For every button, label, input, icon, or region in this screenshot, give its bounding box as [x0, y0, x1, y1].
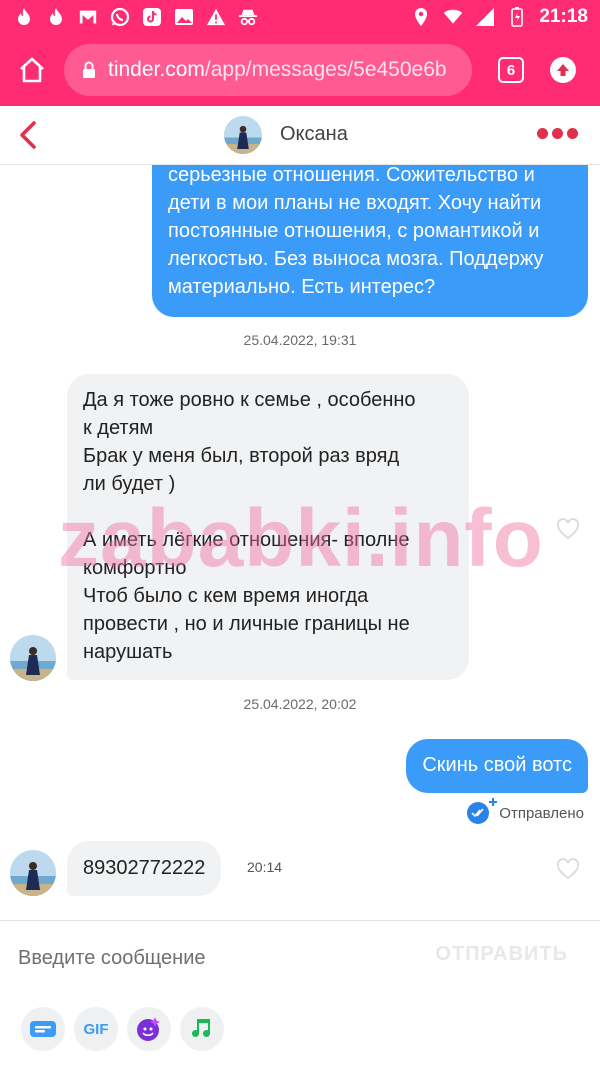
whatsapp-icon [110, 7, 130, 27]
address-bar[interactable]: tinder.com/app/messages/5e450e6b [64, 44, 472, 96]
message-line: к детям [83, 417, 154, 439]
tab-switcher-button[interactable]: 6 [498, 57, 524, 83]
outgoing-message: серьезные отношения. Сожительство и дети… [152, 165, 588, 317]
incognito-icon [238, 7, 258, 27]
gallery-icon [174, 7, 194, 27]
watermark: zababki.info [58, 493, 544, 584]
tiktok-icon [142, 7, 162, 27]
gmail-icon [78, 7, 98, 27]
warning-icon [206, 7, 226, 27]
location-icon [411, 7, 431, 27]
home-button[interactable] [0, 34, 64, 106]
double-check-icon [467, 798, 498, 824]
like-heart-icon[interactable] [556, 858, 580, 880]
lock-icon [82, 61, 98, 79]
clock: 21:18 [539, 6, 588, 27]
battery-charging-icon [507, 7, 527, 27]
music-button[interactable] [180, 1007, 224, 1051]
message-composer: ОТПРАВИТЬ [0, 920, 600, 994]
timestamp: 25.04.2022, 20:02 [243, 696, 357, 712]
message-input[interactable] [16, 937, 420, 979]
sent-status: Отправлено [467, 798, 584, 824]
incoming-message: 89302772222 [67, 841, 222, 896]
message-line: провести , но и личные границы не [83, 613, 410, 635]
contact-avatar[interactable] [10, 635, 56, 681]
url-text: tinder.com/app/messages/5e450e6b [108, 58, 447, 82]
gif-icon: GIF [83, 1020, 109, 1038]
message-time: 20:14 [247, 859, 283, 875]
like-heart-icon[interactable] [556, 518, 580, 540]
message-line: Брак у меня был, второй раз вряд [83, 445, 400, 467]
url-path: /app/messages/5e450e6b [204, 58, 447, 81]
home-icon [20, 57, 44, 83]
message-line: Да я тоже ровно к семье , особенно [83, 389, 416, 411]
back-arrow-icon[interactable] [16, 120, 40, 150]
contact-avatar[interactable] [10, 850, 56, 896]
status-bar: 21:18 [0, 0, 600, 34]
more-options-icon[interactable] [537, 128, 578, 139]
header-avatar[interactable] [224, 116, 262, 154]
contact-card-icon [30, 1021, 56, 1037]
sticker-button[interactable] [127, 1007, 171, 1051]
message-line: Чтоб было с кем время иногда [83, 585, 369, 607]
browser-toolbar: tinder.com/app/messages/5e450e6b 6 [0, 34, 600, 106]
signal-icon [475, 7, 495, 27]
music-icon [192, 1019, 210, 1037]
update-button[interactable] [550, 57, 576, 83]
sticker-icon [137, 1017, 160, 1041]
sent-status-label: Отправлено [499, 804, 584, 822]
url-domain: tinder.com [108, 58, 205, 81]
fire-icon [46, 7, 66, 27]
outgoing-message: Скинь свой вотс [406, 739, 588, 793]
chat-header: Оксана [0, 106, 600, 165]
contact-name[interactable]: Оксана [280, 123, 348, 146]
wifi-icon [443, 7, 463, 27]
attachment-toolbar: GIF [0, 993, 600, 1067]
send-button[interactable]: ОТПРАВИТЬ [435, 943, 568, 966]
fire-icon [14, 7, 34, 27]
message-line: нарушать [83, 641, 173, 663]
arrow-up-icon [557, 64, 569, 76]
contact-card-button[interactable] [21, 1007, 65, 1051]
timestamp: 25.04.2022, 19:31 [243, 332, 357, 348]
gif-button[interactable]: GIF [74, 1007, 118, 1051]
